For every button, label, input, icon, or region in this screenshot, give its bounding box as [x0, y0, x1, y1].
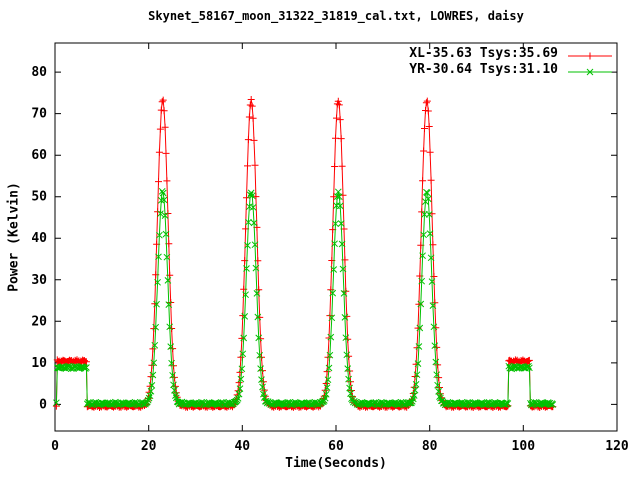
y-tick-label: 40: [31, 231, 47, 246]
x-tick-label: 40: [234, 439, 250, 454]
y-tick-label: 30: [31, 273, 47, 288]
y-tick-label: 0: [39, 397, 47, 412]
legend-entry-xl: XL-35.63 Tsys:35.69: [409, 45, 614, 61]
legend-label-yr: YR-30.64 Tsys:31.10: [409, 61, 558, 77]
series-markers-1: [53, 187, 557, 409]
x-axis-label: Time(Seconds): [285, 456, 387, 471]
series-line-0: [55, 98, 553, 409]
legend: XL-35.63 Tsys:35.69 YR-30.64 Tsys:31.10: [409, 45, 614, 77]
y-tick-label: 70: [31, 107, 47, 122]
cross-marker-icon: [568, 68, 612, 76]
plus-marker-icon: [568, 52, 612, 60]
x-tick-label: 20: [141, 439, 157, 454]
y-tick-label: 60: [31, 148, 47, 163]
legend-sample-yr: [566, 63, 614, 76]
x-tick-label: 60: [328, 439, 344, 454]
x-tick-label: 100: [512, 439, 536, 454]
x-tick-label: 80: [422, 439, 438, 454]
y-tick-label: 50: [31, 190, 47, 205]
x-tick-label: 120: [605, 439, 629, 454]
x-tick-label: 0: [51, 439, 59, 454]
legend-sample-xl: [566, 47, 614, 60]
series-markers-0: [52, 96, 557, 411]
legend-label-xl: XL-35.63 Tsys:35.69: [409, 45, 558, 61]
series-line-1: [55, 189, 554, 407]
y-tick-label: 20: [31, 314, 47, 329]
y-tick-label: 10: [31, 356, 47, 371]
legend-entry-yr: YR-30.64 Tsys:31.10: [409, 61, 614, 77]
y-tick-label: 80: [31, 65, 47, 80]
